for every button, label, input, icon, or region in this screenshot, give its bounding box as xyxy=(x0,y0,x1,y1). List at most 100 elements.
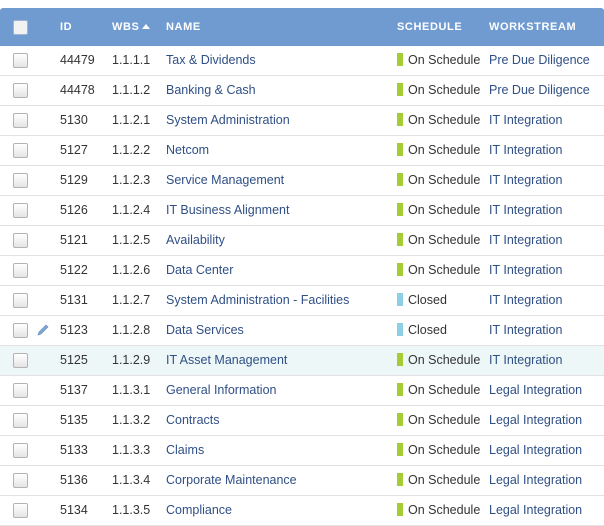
row-workstream-link[interactable]: Legal Integration xyxy=(489,436,582,465)
status-indicator xyxy=(397,53,403,66)
row-checkbox[interactable] xyxy=(13,263,28,278)
row-name-link[interactable]: Banking & Cash xyxy=(166,76,256,105)
table-row-5134[interactable]: 5134 1.1.3.5 Compliance On Schedule Lega… xyxy=(0,496,604,526)
status-indicator xyxy=(397,353,403,366)
row-schedule: On Schedule xyxy=(397,256,480,285)
status-indicator xyxy=(397,113,403,126)
column-header-workstream[interactable]: WORKSTREAM xyxy=(489,8,576,46)
row-name-link[interactable]: System Administration xyxy=(166,106,290,135)
row-wbs: 1.1.2.2 xyxy=(112,143,151,157)
row-schedule-label: On Schedule xyxy=(408,413,481,427)
table-row-44478[interactable]: 44478 1.1.1.2 Banking & Cash On Schedule… xyxy=(0,76,604,106)
sort-ascending-icon xyxy=(142,24,151,29)
table-row-5131[interactable]: 5131 1.1.2.7 System Administration - Fac… xyxy=(0,286,604,316)
row-checkbox[interactable] xyxy=(13,143,28,158)
column-header-schedule[interactable]: SCHEDULE xyxy=(397,8,462,46)
status-indicator xyxy=(397,263,403,276)
row-id: 44478 xyxy=(60,83,95,97)
row-name-link[interactable]: IT Business Alignment xyxy=(166,196,289,225)
table-row-5123[interactable]: 5123 1.1.2.8 Data Services Closed IT Int… xyxy=(0,316,604,346)
table-row-5129[interactable]: 5129 1.1.2.3 Service Management On Sched… xyxy=(0,166,604,196)
row-workstream-link[interactable]: Legal Integration xyxy=(489,466,582,495)
column-header-wbs-label: WBS xyxy=(112,21,140,33)
row-checkbox[interactable] xyxy=(13,113,28,128)
row-name-link[interactable]: Contracts xyxy=(166,406,220,435)
status-indicator xyxy=(397,443,403,456)
status-indicator xyxy=(397,323,403,336)
row-checkbox[interactable] xyxy=(13,233,28,248)
row-wbs: 1.1.1.1 xyxy=(112,53,151,67)
column-header-id[interactable]: ID xyxy=(60,8,72,46)
table-row-5135[interactable]: 5135 1.1.3.2 Contracts On Schedule Legal… xyxy=(0,406,604,436)
row-workstream-link[interactable]: Pre Due Diligence xyxy=(489,76,590,105)
row-checkbox[interactable] xyxy=(13,353,28,368)
row-name-link[interactable]: System Administration - Facilities xyxy=(166,286,349,315)
row-workstream-link[interactable]: IT Integration xyxy=(489,286,562,315)
select-all-checkbox[interactable] xyxy=(13,20,28,35)
row-workstream-link[interactable]: Legal Integration xyxy=(489,406,582,435)
row-checkbox[interactable] xyxy=(13,323,28,338)
row-workstream-link[interactable]: Legal Integration xyxy=(489,376,582,405)
row-name-link[interactable]: Availability xyxy=(166,226,225,255)
row-wbs: 1.1.2.3 xyxy=(112,173,151,187)
row-schedule: On Schedule xyxy=(397,136,480,165)
column-header-wbs[interactable]: WBS xyxy=(112,8,151,46)
row-wbs: 1.1.2.4 xyxy=(112,203,151,217)
edit-pencil-icon[interactable] xyxy=(36,323,50,337)
row-workstream-link[interactable]: IT Integration xyxy=(489,106,562,135)
row-wbs: 1.1.3.3 xyxy=(112,443,151,457)
row-id: 5131 xyxy=(60,293,88,307)
row-name-link[interactable]: Data Center xyxy=(166,256,233,285)
row-name-link[interactable]: Tax & Dividends xyxy=(166,46,256,75)
row-checkbox[interactable] xyxy=(13,83,28,98)
table-row-5121[interactable]: 5121 1.1.2.5 Availability On Schedule IT… xyxy=(0,226,604,256)
table-row-5126[interactable]: 5126 1.1.2.4 IT Business Alignment On Sc… xyxy=(0,196,604,226)
row-workstream-link[interactable]: IT Integration xyxy=(489,316,562,345)
row-wbs: 1.1.2.5 xyxy=(112,233,151,247)
row-checkbox[interactable] xyxy=(13,383,28,398)
row-checkbox[interactable] xyxy=(13,203,28,218)
row-schedule-label: On Schedule xyxy=(408,443,481,457)
row-workstream-link[interactable]: IT Integration xyxy=(489,196,562,225)
status-indicator xyxy=(397,473,403,486)
table-row-5133[interactable]: 5133 1.1.3.3 Claims On Schedule Legal In… xyxy=(0,436,604,466)
table-row-5122[interactable]: 5122 1.1.2.6 Data Center On Schedule IT … xyxy=(0,256,604,286)
row-name-link[interactable]: IT Asset Management xyxy=(166,346,287,375)
row-name-link[interactable]: Netcom xyxy=(166,136,209,165)
status-indicator xyxy=(397,203,403,216)
row-checkbox[interactable] xyxy=(13,53,28,68)
column-header-name[interactable]: NAME xyxy=(166,8,201,46)
row-name-link[interactable]: Service Management xyxy=(166,166,284,195)
row-checkbox[interactable] xyxy=(13,473,28,488)
row-schedule-label: On Schedule xyxy=(408,383,481,397)
row-workstream-link[interactable]: IT Integration xyxy=(489,136,562,165)
row-checkbox[interactable] xyxy=(13,443,28,458)
row-schedule: On Schedule xyxy=(397,406,480,435)
row-schedule-label: On Schedule xyxy=(408,473,481,487)
status-indicator xyxy=(397,383,403,396)
table-row-5130[interactable]: 5130 1.1.2.1 System Administration On Sc… xyxy=(0,106,604,136)
row-workstream-link[interactable]: IT Integration xyxy=(489,226,562,255)
row-checkbox[interactable] xyxy=(13,173,28,188)
row-workstream-link[interactable]: Pre Due Diligence xyxy=(489,46,590,75)
row-name-link[interactable]: Claims xyxy=(166,436,204,465)
row-schedule: On Schedule xyxy=(397,376,480,405)
table-row-5137[interactable]: 5137 1.1.3.1 General Information On Sche… xyxy=(0,376,604,406)
row-checkbox[interactable] xyxy=(13,413,28,428)
row-workstream-link[interactable]: IT Integration xyxy=(489,346,562,375)
status-indicator xyxy=(397,233,403,246)
row-workstream-link[interactable]: IT Integration xyxy=(489,256,562,285)
table-row-5125[interactable]: 5125 1.1.2.9 IT Asset Management On Sche… xyxy=(0,346,604,376)
row-id: 5135 xyxy=(60,413,88,427)
row-checkbox[interactable] xyxy=(13,293,28,308)
status-indicator xyxy=(397,503,403,516)
table-row-5127[interactable]: 5127 1.1.2.2 Netcom On Schedule IT Integ… xyxy=(0,136,604,166)
row-name-link[interactable]: General Information xyxy=(166,376,276,405)
table-row-44479[interactable]: 44479 1.1.1.1 Tax & Dividends On Schedul… xyxy=(0,46,604,76)
row-schedule-label: On Schedule xyxy=(408,233,481,247)
row-workstream-link[interactable]: IT Integration xyxy=(489,166,562,195)
row-name-link[interactable]: Corporate Maintenance xyxy=(166,466,297,495)
table-row-5136[interactable]: 5136 1.1.3.4 Corporate Maintenance On Sc… xyxy=(0,466,604,496)
row-wbs: 1.1.3.2 xyxy=(112,413,151,427)
row-name-link[interactable]: Data Services xyxy=(166,316,244,345)
